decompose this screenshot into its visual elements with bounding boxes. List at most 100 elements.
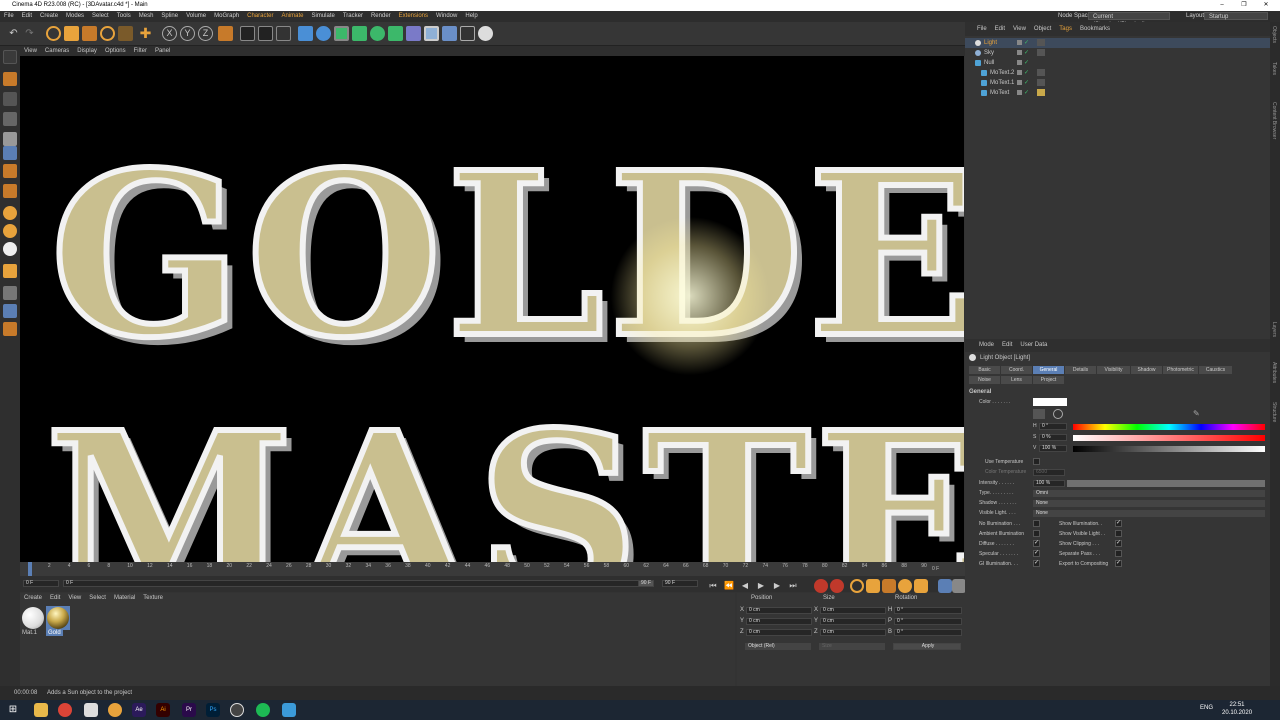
go-to-end-icon[interactable]: ⏭	[786, 579, 800, 593]
menu-spline[interactable]: Spline	[157, 11, 182, 22]
chrome-icon[interactable]	[58, 703, 72, 717]
rotation-field[interactable]: 0 °	[894, 607, 962, 614]
viewport-menu-filter[interactable]: Filter	[130, 46, 151, 56]
snap-icon[interactable]: ✚	[138, 26, 153, 41]
position-field[interactable]: 0 cm	[746, 618, 812, 625]
light-icon[interactable]	[478, 26, 493, 41]
playhead[interactable]	[28, 562, 32, 576]
scale-icon[interactable]	[82, 26, 97, 41]
menu-tracker[interactable]: Tracker	[339, 11, 367, 22]
menu-create[interactable]: Create	[36, 11, 62, 22]
viewport-menu-panel[interactable]: Panel	[151, 46, 174, 56]
render-picture-viewer-icon[interactable]	[258, 26, 273, 41]
size-field[interactable]: 0 cm	[820, 607, 886, 614]
obj-menu-edit[interactable]: Edit	[991, 22, 1009, 36]
play-icon[interactable]: ▶	[754, 579, 768, 593]
enabled-check[interactable]: ✓	[1024, 58, 1029, 68]
workplane-icon[interactable]	[3, 112, 17, 126]
check-box[interactable]	[1115, 559, 1122, 567]
timeline-ruler[interactable]: 0246810121416182022242628303234363840424…	[20, 562, 965, 576]
dock-tab[interactable]: Attributes	[1271, 362, 1277, 383]
solo-icon[interactable]	[3, 206, 17, 220]
attr-tab[interactable]: Photometric	[1163, 366, 1198, 374]
menu-edit[interactable]: Edit	[18, 11, 36, 22]
rotation-field[interactable]: 0 °	[894, 629, 962, 636]
check-box[interactable]	[1033, 530, 1040, 537]
live-selection-icon[interactable]	[46, 26, 61, 41]
visibility-dot[interactable]	[1017, 40, 1022, 45]
range-max-field[interactable]: 90 F	[638, 580, 654, 587]
z-axis-icon[interactable]: Z	[198, 26, 213, 41]
after-effects-icon[interactable]: Ae	[132, 703, 146, 717]
attr-menu-user-data[interactable]: User Data	[1016, 339, 1051, 352]
mat-menu-texture[interactable]: Texture	[139, 593, 167, 603]
eyedropper-icon[interactable]: ✎	[1193, 409, 1203, 419]
close-button[interactable]: ✕	[1256, 0, 1276, 11]
autokey-icon[interactable]	[830, 579, 844, 593]
saturation-slider[interactable]	[1073, 435, 1265, 441]
keyframe-selection-icon[interactable]	[850, 579, 864, 593]
coordinate-system-icon[interactable]	[218, 26, 233, 41]
position-field[interactable]: 0 cm	[746, 629, 812, 636]
keyboard-language[interactable]: ENG	[1200, 705, 1213, 711]
grid-icon[interactable]	[3, 286, 17, 300]
y-axis-icon[interactable]: Y	[180, 26, 195, 41]
floor-icon[interactable]	[442, 26, 457, 41]
render-view-icon[interactable]	[240, 26, 255, 41]
color-temperature-field[interactable]: 6500	[1033, 469, 1065, 476]
viewport-menu-view[interactable]: View	[20, 46, 41, 56]
menu-character[interactable]: Character	[243, 11, 277, 22]
check-box[interactable]	[1033, 520, 1040, 527]
viewport-menu-options[interactable]: Options	[101, 46, 130, 56]
menu-extensions[interactable]: Extensions	[395, 11, 432, 22]
attr-menu-edit[interactable]: Edit	[998, 339, 1016, 352]
polygons-mode-icon[interactable]	[3, 164, 17, 178]
position-key-icon[interactable]	[866, 579, 880, 593]
object-row[interactable]: Light ✓	[965, 38, 1270, 48]
3d-viewport[interactable]: GOLDE MASTE	[20, 56, 964, 562]
node-space-select[interactable]: Current (Standard/Physical)	[1088, 12, 1170, 28]
search-app-icon[interactable]	[108, 703, 122, 717]
dock-tab[interactable]: Objects	[1271, 26, 1277, 43]
texture-mode-icon[interactable]	[3, 92, 17, 106]
frame-range-slider[interactable]: 0 F	[63, 580, 653, 587]
menu-render[interactable]: Render	[367, 11, 395, 22]
check-box[interactable]	[1033, 539, 1040, 547]
object-tag[interactable]	[1037, 69, 1045, 76]
visibility-dot[interactable]	[1017, 50, 1022, 55]
object-row[interactable]: MoText ✓	[965, 88, 1270, 98]
color-picker-spectrum-icon[interactable]	[1053, 409, 1063, 419]
object-name[interactable]: Null	[984, 58, 994, 68]
start-frame-field[interactable]: 0 F	[23, 580, 59, 587]
attr-tab[interactable]: Lens	[1001, 376, 1032, 384]
object-tag[interactable]	[1037, 89, 1045, 96]
object-name[interactable]: MoText.2	[990, 68, 1014, 78]
obj-menu-object[interactable]: Object	[1030, 22, 1055, 36]
attr-tab[interactable]: General	[1033, 366, 1064, 374]
mat-menu-view[interactable]: View	[64, 593, 85, 603]
object-name[interactable]: Light	[984, 38, 997, 48]
photoshop-icon[interactable]: Ps	[206, 703, 220, 717]
snap-toggle-icon[interactable]	[3, 264, 17, 278]
rotate-icon[interactable]	[100, 26, 115, 41]
use-temperature-checkbox[interactable]	[1033, 458, 1040, 465]
attr-tab[interactable]: Shadow	[1131, 366, 1162, 374]
coord-mode-select[interactable]: Object (Rel)	[745, 643, 811, 650]
pla-key-icon[interactable]	[938, 579, 952, 593]
go-to-start-icon[interactable]: ⏮	[706, 579, 720, 593]
maximize-button[interactable]: ❐	[1234, 0, 1254, 11]
material-swatch-mat1[interactable]	[22, 607, 44, 629]
enabled-check[interactable]: ✓	[1024, 48, 1029, 58]
enabled-check[interactable]: ✓	[1024, 78, 1029, 88]
check-box[interactable]	[1115, 550, 1122, 557]
intensity-field[interactable]: 100 %	[1033, 480, 1065, 487]
enabled-check[interactable]: ✓	[1024, 38, 1029, 48]
recent-tools-icon[interactable]	[118, 26, 133, 41]
color-swatch[interactable]	[1033, 398, 1067, 406]
move-icon[interactable]	[64, 26, 79, 41]
dock-tab[interactable]: Content Browser	[1271, 102, 1277, 139]
visibility-dot[interactable]	[1017, 70, 1022, 75]
obj-menu-tags[interactable]: Tags	[1055, 22, 1076, 36]
redo-icon[interactable]: ↷	[22, 26, 37, 41]
previous-frame-icon[interactable]: ◀	[738, 579, 752, 593]
